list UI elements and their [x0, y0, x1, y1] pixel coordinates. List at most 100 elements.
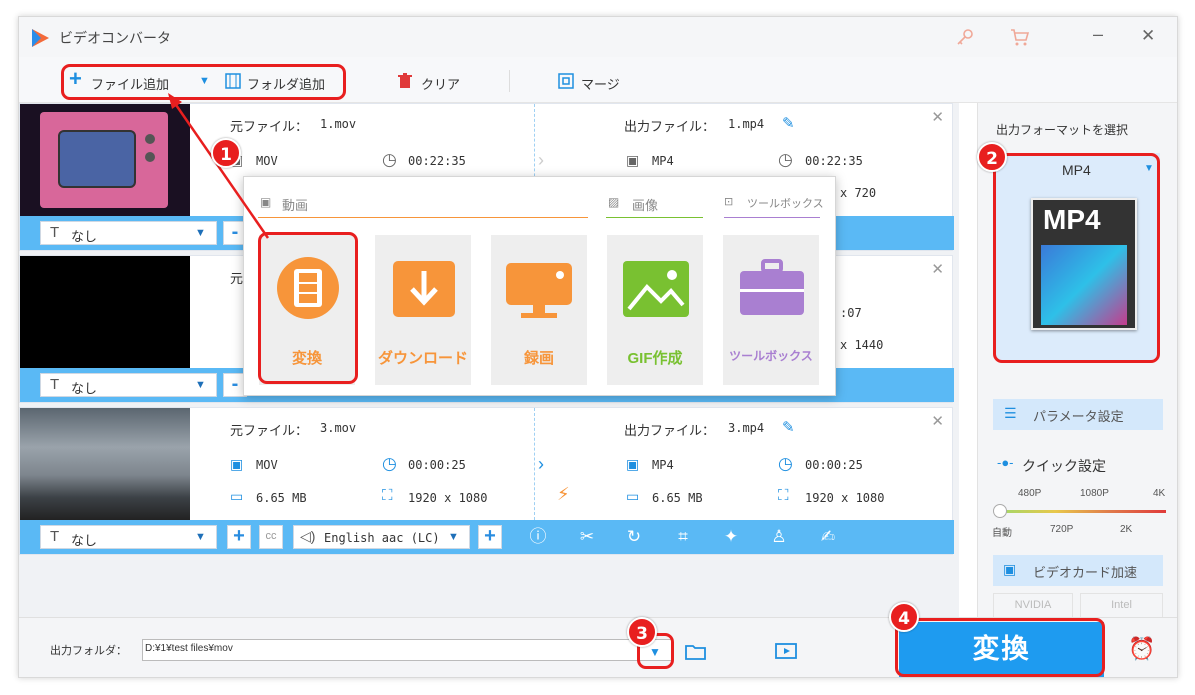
- subtitle-select[interactable]: T なし ▼: [40, 373, 217, 397]
- clock-icon: ◷: [382, 150, 397, 169]
- cart-icon[interactable]: [1009, 27, 1031, 47]
- image-icon: ▨: [608, 195, 620, 209]
- add-subtitle-button[interactable]: +: [227, 525, 251, 549]
- output-resolution: x 720: [840, 186, 877, 200]
- quality-slider[interactable]: [1000, 510, 1166, 513]
- key-icon[interactable]: [955, 27, 975, 47]
- remove-file-icon[interactable]: ✕: [931, 260, 944, 278]
- output-folder-label: 出力フォルダ：: [50, 645, 127, 657]
- highlight-convert-tile: [258, 232, 358, 384]
- subtitle-value: なし: [71, 381, 98, 396]
- app-title: ビデオコンバータ: [59, 30, 171, 46]
- record-icon: [506, 263, 572, 318]
- minimize-icon[interactable]: –: [1093, 24, 1103, 45]
- edit-pencil-icon[interactable]: ✎: [782, 418, 795, 436]
- output-resolution: 1920 x 1080: [805, 491, 885, 505]
- nvidia-button[interactable]: NVIDIA: [993, 593, 1073, 618]
- alarm-clock-icon[interactable]: ⏰: [1128, 636, 1155, 662]
- remove-file-icon[interactable]: ✕: [931, 108, 944, 126]
- edit-icon[interactable]: ✍: [817, 526, 839, 548]
- select-format-label: 出力フォーマットを選択: [996, 123, 1129, 137]
- close-icon[interactable]: ✕: [1141, 26, 1155, 46]
- chevron-down-icon: ▼: [195, 379, 206, 391]
- lightning-icon: ⚡: [557, 484, 570, 504]
- source-label: 元ファイル：: [230, 423, 309, 438]
- remove-file-icon[interactable]: ✕: [931, 412, 944, 430]
- add-audio-button[interactable]: +: [478, 525, 502, 549]
- output-filename: 3.mp4: [728, 421, 765, 435]
- rotate-icon[interactable]: ↻: [623, 526, 645, 548]
- chevron-right-icon: ›: [538, 454, 544, 474]
- category-image[interactable]: 画像: [632, 195, 658, 214]
- quick-settings-label: クイック設定: [1022, 458, 1106, 474]
- text-icon: T: [50, 224, 60, 241]
- output-format: MP4: [652, 154, 674, 168]
- file-format-icon: ▣: [230, 456, 244, 472]
- file-format-icon: ▣: [626, 152, 640, 168]
- annotation-arrow: [168, 93, 270, 239]
- watermark-icon[interactable]: ♙: [768, 526, 790, 548]
- category-video[interactable]: 動画: [282, 195, 308, 214]
- file-format-icon: ▣: [626, 456, 640, 472]
- download-icon: [393, 261, 455, 317]
- input-size: 6.65 MB: [256, 491, 307, 505]
- gif-maker-tile[interactable]: GIF作成: [607, 235, 703, 385]
- subtitle-select[interactable]: T なし ▼: [40, 525, 217, 549]
- merge-button[interactable]: マージ: [581, 74, 620, 93]
- toolbox-tile[interactable]: ツールボックス: [723, 235, 819, 385]
- video-thumbnail[interactable]: [20, 408, 190, 520]
- intel-button[interactable]: Intel: [1080, 593, 1163, 618]
- resolution-icon: ⛶: [778, 487, 789, 504]
- quick-settings-icon: -●-: [997, 455, 1014, 470]
- chevron-down-icon: ▼: [448, 531, 459, 543]
- input-duration: 00:22:35: [408, 154, 466, 168]
- subtitle-value: なし: [71, 229, 98, 244]
- parameter-settings-button[interactable]: ☰ パラメータ設定: [993, 399, 1163, 430]
- clock-icon: ◷: [778, 150, 793, 169]
- toolbox-small-icon: ⊡: [724, 196, 734, 208]
- clock-icon: ◷: [382, 454, 397, 473]
- step-badge-2: 2: [977, 142, 1007, 172]
- output-duration: 00:00:25: [805, 458, 863, 472]
- chevron-right-icon: ›: [538, 150, 544, 170]
- file-item-3[interactable]: 元ファイル： 3.mov ▣ MOV ◷ 00:00:25 ▭ 6.65 MB …: [19, 407, 954, 555]
- input-resolution: 1920 x 1080: [408, 491, 488, 505]
- video-thumbnail[interactable]: [20, 256, 190, 368]
- video-folder-icon[interactable]: [775, 642, 797, 660]
- source-filename: 1.mov: [320, 117, 357, 131]
- output-duration: 00:22:35: [805, 154, 863, 168]
- category-toolbox[interactable]: ツールボックス: [747, 195, 824, 211]
- output-label: 出力ファイル：: [624, 119, 716, 134]
- info-icon[interactable]: ⓘ: [527, 526, 549, 548]
- edit-pencil-icon[interactable]: ✎: [782, 114, 795, 132]
- output-format: MP4: [652, 458, 674, 472]
- open-folder-icon[interactable]: [685, 643, 707, 661]
- output-size: 6.65 MB: [652, 491, 703, 505]
- audio-track-value: English aac (LC): [324, 531, 440, 545]
- subtitle-value: なし: [71, 533, 98, 548]
- scissors-icon[interactable]: ✂: [576, 526, 598, 548]
- source-filename: 3.mov: [320, 421, 357, 435]
- step-badge-4: 4: [889, 602, 919, 632]
- output-folder-input[interactable]: D:¥1¥test files¥mov: [142, 639, 672, 661]
- output-resolution: x 1440: [840, 338, 884, 352]
- audio-track-select[interactable]: ◁) English aac (LC) ▼: [293, 525, 470, 549]
- title-bar: ビデオコンバータ – ✕: [19, 17, 1177, 57]
- record-tile[interactable]: 録画: [491, 235, 587, 385]
- cc-icon[interactable]: cc: [259, 525, 283, 549]
- file-controls: T なし ▼ + cc ◁) English aac (LC) ▼ + ⓘ ✂ …: [20, 520, 954, 554]
- sliders-icon: ☰: [1004, 405, 1017, 421]
- output-duration: :07: [840, 306, 862, 320]
- text-icon: T: [50, 528, 60, 545]
- crop-icon[interactable]: ⌗: [672, 526, 694, 548]
- clear-button[interactable]: クリア: [421, 74, 460, 93]
- chip-icon: ▣: [1003, 561, 1017, 577]
- resolution-icon: ⛶: [382, 487, 393, 504]
- folder-icon: ▭: [230, 488, 244, 504]
- effects-wand-icon[interactable]: ✦: [720, 526, 742, 548]
- download-tile[interactable]: ダウンロード: [375, 235, 471, 385]
- gpu-acceleration-button[interactable]: ▣ ビデオカード加速: [993, 555, 1163, 586]
- gif-image-icon: [623, 261, 689, 317]
- quality-slider-handle[interactable]: [993, 504, 1007, 518]
- input-format: MOV: [256, 458, 278, 472]
